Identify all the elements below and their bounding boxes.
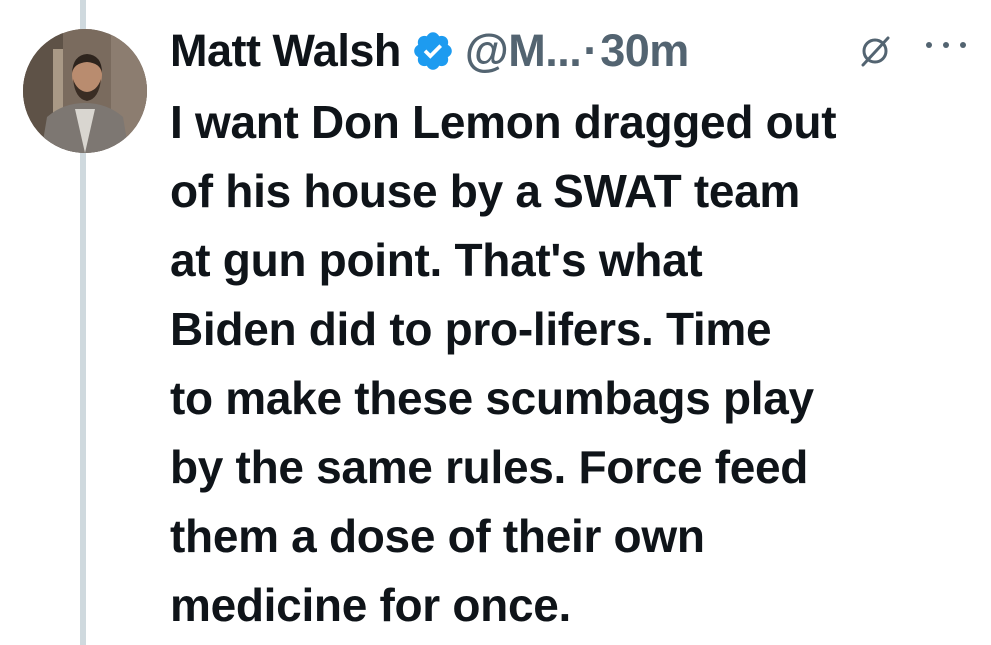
avatar-image bbox=[23, 29, 147, 153]
header-separator: · bbox=[583, 25, 599, 76]
tweet-text-line: medicine for once. bbox=[170, 579, 572, 631]
tweet-text-line: by the same rules. Force feed bbox=[170, 441, 809, 493]
tweet-timestamp[interactable]: 30m bbox=[600, 25, 689, 77]
tweet-text-line: to make these scumbags play bbox=[170, 372, 814, 424]
grok-icon[interactable] bbox=[858, 34, 892, 68]
tweet-text-line: at gun point. That's what bbox=[170, 234, 703, 286]
author-handle[interactable]: @M... bbox=[465, 25, 582, 77]
tweet-text-line: I want Don Lemon dragged out bbox=[170, 96, 837, 148]
more-dot bbox=[926, 42, 932, 48]
more-icon[interactable] bbox=[926, 30, 966, 60]
tweet-text: I want Don Lemon dragged out of his hous… bbox=[170, 88, 970, 640]
tweet-text-line: of his house by a SWAT team bbox=[170, 165, 801, 217]
more-dot bbox=[960, 42, 966, 48]
author-name[interactable]: Matt Walsh bbox=[170, 25, 401, 77]
tweet-text-line: them a dose of their own bbox=[170, 510, 705, 562]
tweet-header: Matt Walsh @M... · 30m bbox=[170, 18, 689, 84]
tweet-text-line: Biden did to pro-lifers. Time bbox=[170, 303, 772, 355]
avatar[interactable] bbox=[23, 29, 147, 153]
more-dot bbox=[943, 42, 949, 48]
verified-badge-icon bbox=[411, 29, 455, 73]
